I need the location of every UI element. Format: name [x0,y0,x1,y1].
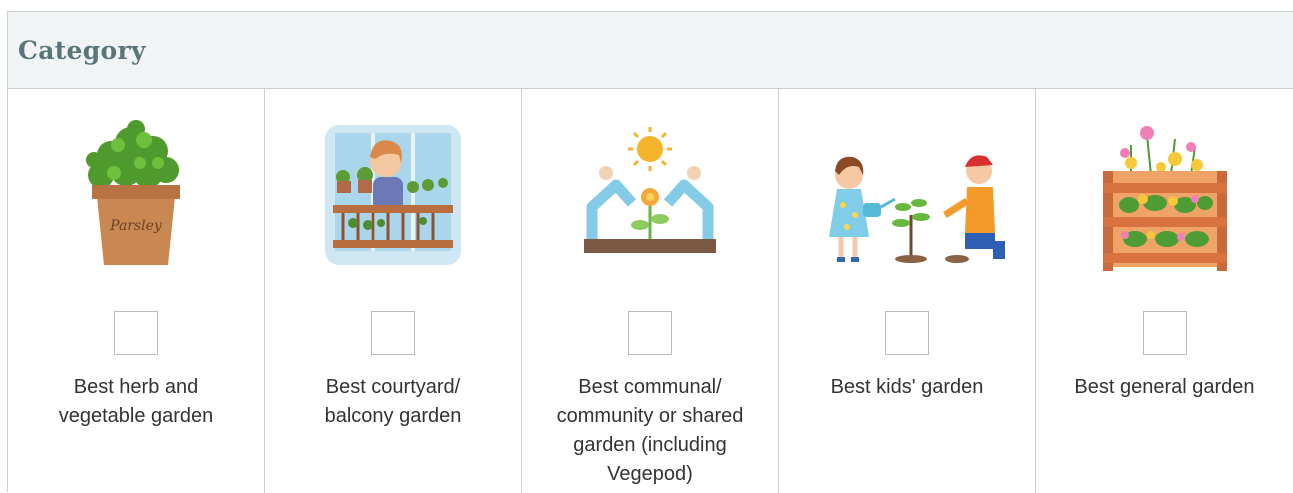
category-label: Best communal/ community or shared garde… [556,376,744,485]
flower-planter-icon [1085,115,1245,275]
checkbox-herb-vegetable[interactable] [114,311,158,355]
category-cell-community: Best communal/ community or shared garde… [522,89,779,493]
category-cell-kids: Best kids' garden [779,89,1036,493]
category-label: Best kids' garden [830,376,984,398]
category-table: Category Parsley Best herb and vegetable… [7,11,1293,493]
kids-planting-icon [807,115,1007,275]
category-label: Best general garden [1074,376,1255,398]
category-cell-herb: Parsley Best herb and vegetable garden [8,89,265,493]
category-label: Best herb and vegetable garden [58,376,214,427]
page-title: Category [18,36,146,65]
category-header: Category [8,12,1293,89]
checkbox-courtyard-balcony[interactable] [371,311,415,355]
category-cell-general: Best general garden [1036,89,1293,493]
community-garden-icon [570,115,730,275]
checkbox-communal-shared[interactable] [628,311,672,355]
balcony-gardener-icon [313,115,473,275]
checkbox-general-garden[interactable] [1142,311,1187,355]
category-row: Parsley Best herb and vegetable garden B… [8,89,1293,493]
pot-label: Parsley [109,218,163,234]
category-label: Best courtyard/ balcony garden [324,376,462,427]
checkbox-kids-garden[interactable] [885,311,929,355]
parsley-pot-icon: Parsley [56,115,216,275]
category-cell-balcony: Best courtyard/ balcony garden [265,89,522,493]
